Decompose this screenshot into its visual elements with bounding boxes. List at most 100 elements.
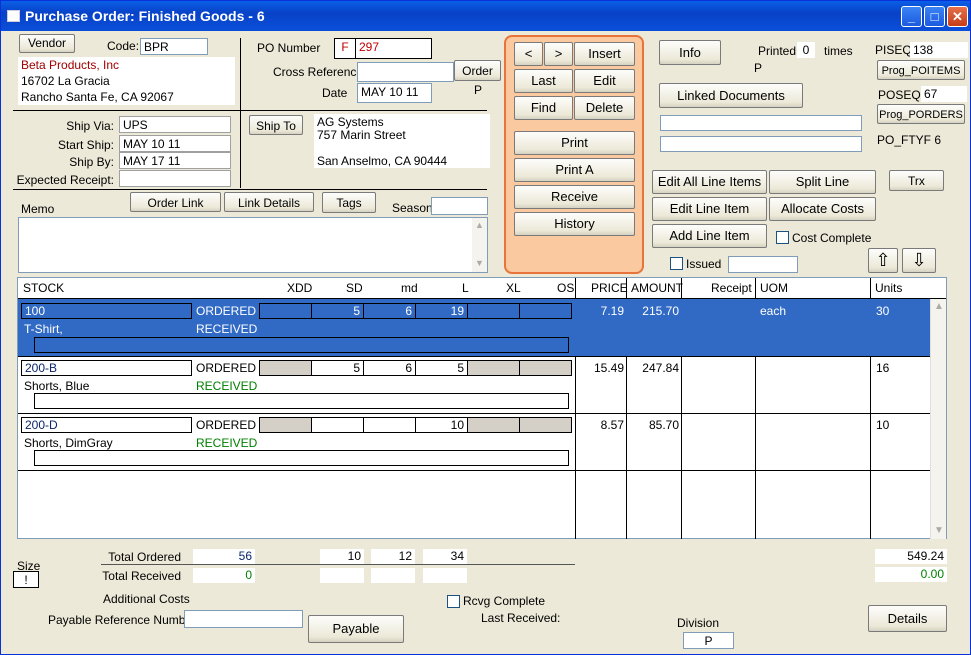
linked-documents-button[interactable]: Linked Documents xyxy=(659,83,803,108)
size-os-cell[interactable] xyxy=(519,360,572,376)
size-l-cell[interactable]: 19 xyxy=(415,303,468,319)
size-l-cell[interactable]: 10 xyxy=(415,417,468,433)
last-button[interactable]: Last xyxy=(514,69,573,93)
season-field[interactable] xyxy=(431,197,488,215)
add-line-item-button[interactable]: Add Line Item xyxy=(652,224,767,248)
issued-field[interactable] xyxy=(728,256,798,273)
rcvg-complete-checkbox[interactable] xyxy=(447,595,460,608)
size-xl-cell[interactable] xyxy=(467,360,520,376)
memo-textarea[interactable] xyxy=(18,217,488,273)
size-xl-cell[interactable] xyxy=(467,417,520,433)
cross-reference-field[interactable] xyxy=(357,62,454,82)
close-button[interactable]: ✕ xyxy=(947,6,968,27)
po-prefix-field[interactable]: F xyxy=(334,38,356,59)
ship-by-field[interactable]: MAY 17 11 xyxy=(119,152,231,169)
size-xdd-cell[interactable] xyxy=(259,303,312,319)
delete-button[interactable]: Delete xyxy=(574,96,635,120)
print-button[interactable]: Print xyxy=(514,131,635,155)
edit-all-line-items-button[interactable]: Edit All Line Items xyxy=(652,170,767,194)
scroll-down-icon[interactable]: ▼ xyxy=(933,525,945,537)
next-record-button[interactable]: > xyxy=(544,42,573,66)
cost-complete-label: Cost Complete xyxy=(792,231,872,245)
row-stock-field[interactable]: 100 xyxy=(21,303,192,319)
size-os-cell[interactable] xyxy=(519,417,572,433)
tags-button[interactable]: Tags xyxy=(322,192,376,213)
total-received-sd xyxy=(320,568,364,583)
cost-complete-checkbox[interactable] xyxy=(776,231,789,244)
po-number-field[interactable]: 297 xyxy=(355,38,432,59)
size-xdd-cell[interactable] xyxy=(259,417,312,433)
edit-line-item-button[interactable]: Edit Line Item xyxy=(652,197,767,221)
header-amount: AMOUNT xyxy=(631,281,683,295)
prog-porders-button[interactable]: Prog_PORDERS xyxy=(877,104,965,124)
vendor-code-field[interactable]: BPR xyxy=(140,38,208,55)
info-button[interactable]: Info xyxy=(659,40,721,65)
ship-to-street: 757 Marin Street xyxy=(317,128,406,142)
row-notes-field[interactable] xyxy=(34,393,569,409)
prog-poitems-button[interactable]: Prog_POITEMS xyxy=(877,60,965,80)
size-sd-cell[interactable]: 5 xyxy=(311,360,364,376)
split-line-button[interactable]: Split Line xyxy=(769,170,876,194)
vendor-name: Beta Products, Inc xyxy=(21,58,120,72)
insert-button[interactable]: Insert xyxy=(574,42,635,66)
size-md-cell[interactable]: 6 xyxy=(363,303,416,319)
move-down-button[interactable]: ⇩ xyxy=(902,248,936,273)
row-stock-field[interactable]: 200-B xyxy=(21,360,192,376)
linked-document-field-1[interactable] xyxy=(660,115,862,131)
link-details-button[interactable]: Link Details xyxy=(224,192,314,212)
row-notes-field[interactable] xyxy=(34,450,569,466)
expected-receipt-field[interactable] xyxy=(119,170,231,187)
scroll-down-icon[interactable]: ▼ xyxy=(475,258,484,268)
size-md-cell[interactable]: 6 xyxy=(363,360,416,376)
total-amount: 549.24 xyxy=(875,549,947,564)
details-button[interactable]: Details xyxy=(868,605,947,632)
start-ship-field[interactable]: MAY 10 11 xyxy=(119,135,231,152)
row-received-label: RECEIVED xyxy=(196,379,258,393)
history-button[interactable]: History xyxy=(514,212,635,236)
minimize-button[interactable]: _ xyxy=(901,6,922,27)
total-received-value: 0 xyxy=(193,568,255,583)
payable-button[interactable]: Payable xyxy=(308,615,404,643)
issued-checkbox[interactable] xyxy=(670,257,683,270)
size-xdd-cell[interactable] xyxy=(259,360,312,376)
grid-scrollbar[interactable]: ▲ ▼ xyxy=(930,299,946,539)
size-sd-cell[interactable] xyxy=(311,417,364,433)
edit-button[interactable]: Edit xyxy=(574,69,635,93)
table-row[interactable]: 100 ORDERED RECEIVED T-Shirt, 5 6 19 7.1… xyxy=(18,299,930,356)
division-field[interactable]: P xyxy=(683,632,734,649)
order-button[interactable]: Order xyxy=(454,60,501,81)
trx-button[interactable]: Trx xyxy=(889,170,944,191)
size-xl-cell[interactable] xyxy=(467,303,520,319)
header-uom: UOM xyxy=(760,281,788,295)
move-up-button[interactable]: ⇧ xyxy=(868,248,898,273)
find-button[interactable]: Find xyxy=(514,96,573,120)
ship-via-field[interactable]: UPS xyxy=(119,116,231,133)
total-ordered-label: Total Ordered xyxy=(108,550,181,564)
size-md-cell[interactable] xyxy=(363,417,416,433)
payable-reference-field[interactable] xyxy=(184,610,303,628)
prev-record-button[interactable]: < xyxy=(514,42,543,66)
size-os-cell[interactable] xyxy=(519,303,572,319)
scroll-up-icon[interactable]: ▲ xyxy=(475,220,484,230)
scroll-up-icon[interactable]: ▲ xyxy=(933,301,945,313)
maximize-button[interactable]: □ xyxy=(924,6,945,27)
memo-label: Memo xyxy=(21,202,55,216)
row-notes-field[interactable] xyxy=(34,337,569,353)
row-stock-field[interactable]: 200-D xyxy=(21,417,192,433)
vendor-button[interactable]: Vendor xyxy=(19,34,75,53)
memo-scrollbar[interactable]: ▲ ▼ xyxy=(472,218,487,272)
size-sd-cell[interactable]: 5 xyxy=(311,303,364,319)
allocate-costs-button[interactable]: Allocate Costs xyxy=(769,197,876,221)
receive-button[interactable]: Receive xyxy=(514,185,635,209)
print-a-button[interactable]: Print A xyxy=(514,158,635,182)
table-row[interactable]: 200-D ORDERED RECEIVED Shorts, DimGray 1… xyxy=(18,414,930,470)
line-items-grid: STOCK XDD SD md L XL OS PRICE AMOUNT Rec… xyxy=(17,277,947,539)
size-l-cell[interactable]: 5 xyxy=(415,360,468,376)
date-field[interactable]: MAY 10 11 xyxy=(357,83,432,103)
order-link-button[interactable]: Order Link xyxy=(130,192,221,212)
size-field[interactable]: ! xyxy=(13,571,39,588)
date-label: Date xyxy=(322,86,348,100)
linked-document-field-2[interactable] xyxy=(660,136,862,152)
table-row[interactable]: 200-B ORDERED RECEIVED Shorts, Blue 5 6 … xyxy=(18,357,930,413)
ship-to-button[interactable]: Ship To xyxy=(249,115,303,135)
